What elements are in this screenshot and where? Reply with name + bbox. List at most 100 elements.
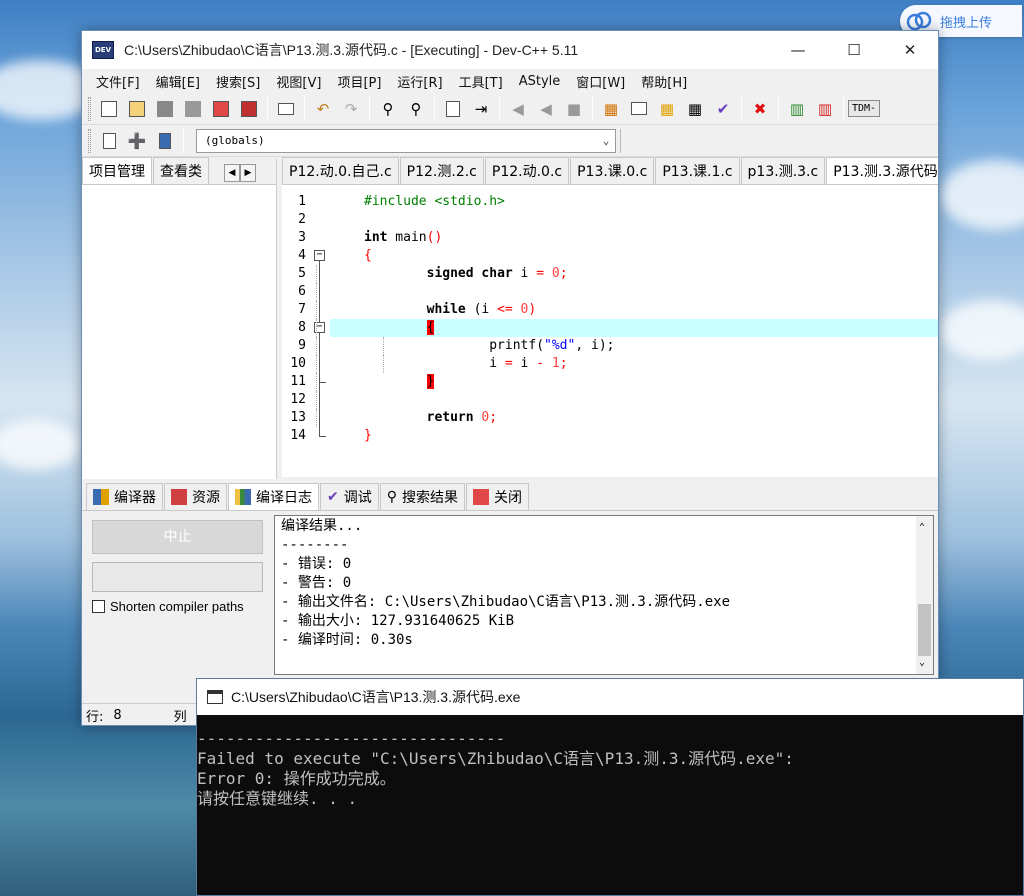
compiler-set-select[interactable]: TDM- <box>848 100 881 117</box>
back-icon[interactable]: ◀ <box>506 97 530 121</box>
tab-label: 编译器 <box>114 490 156 506</box>
fold-gutter <box>312 373 330 391</box>
run-icon[interactable] <box>627 97 651 121</box>
scroll-down-icon[interactable]: ⌄ <box>919 653 925 672</box>
operator: = <box>536 266 545 281</box>
scope-select[interactable]: (globals) ⌄ <box>196 128 616 153</box>
toolbar-grip[interactable] <box>88 128 91 153</box>
file-tab[interactable]: p13.测.3.c <box>740 157 826 184</box>
menu-view[interactable]: 视图[V] <box>268 72 329 91</box>
goto-line-icon[interactable]: ⇥ <box>469 97 493 121</box>
console-line: -------------------------------- <box>197 729 506 748</box>
upload-label: 拖拽上传 <box>940 15 993 31</box>
indent-guide <box>383 337 384 355</box>
redo-icon[interactable]: ↷ <box>339 97 363 121</box>
console-output[interactable]: -------------------------------- Failed … <box>197 715 1023 809</box>
code-line: 2 <box>282 211 938 229</box>
replace-icon[interactable]: ⚲ <box>404 97 428 121</box>
fold-gutter <box>312 265 330 283</box>
keyword: while <box>426 302 466 317</box>
menu-project[interactable]: 项目[P] <box>329 72 389 91</box>
menu-run[interactable]: 运行[R] <box>389 72 450 91</box>
tab-label: 资源 <box>192 490 220 506</box>
profile-icon[interactable]: ▥ <box>785 97 809 121</box>
tab-search-results[interactable]: ⚲ 搜索结果 <box>379 483 465 510</box>
new-file-icon[interactable] <box>97 97 121 121</box>
console-line: Failed to execute "C:\Users\Zhibudao\C语言… <box>197 749 794 768</box>
tab-label: 编译日志 <box>256 490 312 506</box>
close-button[interactable]: ✕ <box>882 31 938 69</box>
log-line: - 编译时间: 0.30s <box>281 632 413 648</box>
open-file-icon[interactable] <box>125 97 149 121</box>
maximize-button[interactable]: ☐ <box>826 31 882 69</box>
code-line-current: 8 − { <box>282 319 938 337</box>
tab-compiler[interactable]: 编译器 <box>86 483 163 510</box>
new-project-icon[interactable] <box>97 129 121 153</box>
log-line: - 警告: 0 <box>281 575 352 591</box>
save-all-icon[interactable] <box>181 97 205 121</box>
close-file-icon[interactable] <box>209 97 233 121</box>
scrollbar-thumb[interactable] <box>918 604 931 656</box>
syntax-check-icon[interactable]: ✔ <box>711 97 735 121</box>
shorten-paths-checkbox[interactable]: Shorten compiler paths <box>92 599 244 614</box>
tab-project-manager[interactable]: 项目管理 <box>82 157 152 184</box>
operator: () <box>426 230 443 245</box>
tab-scroll-left-icon[interactable]: ◀ <box>224 164 240 182</box>
menu-astyle[interactable]: AStyle <box>511 74 569 89</box>
compile-icon[interactable]: ▦ <box>599 97 623 121</box>
include-directive: #include <stdio.h> <box>364 194 505 209</box>
cloud <box>940 300 1024 360</box>
rebuild-icon[interactable]: ▦ <box>683 97 707 121</box>
print-icon[interactable] <box>274 97 298 121</box>
tab-class-browser[interactable]: 查看类 <box>153 157 209 184</box>
menu-edit[interactable]: 编辑[E] <box>148 72 208 91</box>
tab-compile-log[interactable]: 编译日志 <box>228 483 319 510</box>
fold-gutter <box>312 355 330 373</box>
file-tab[interactable]: P12.动.0.c <box>484 157 570 184</box>
menu-window[interactable]: 窗口[W] <box>568 72 633 91</box>
scrollbar[interactable]: ⌃ ⌄ <box>916 516 933 674</box>
tab-debug[interactable]: ✔ 调试 <box>320 483 379 510</box>
delete-profile-icon[interactable]: ▥ <box>813 97 837 121</box>
log-line: - 输出文件名: C:\Users\Zhibudao\C语言\P13.测.3.源… <box>281 594 731 610</box>
scroll-up-icon[interactable]: ⌃ <box>919 518 925 537</box>
menu-help[interactable]: 帮助[H] <box>633 72 695 91</box>
compile-log-text[interactable]: 编译结果... -------- - 错误: 0 - 警告: 0 - 输出文件名… <box>274 515 934 675</box>
find-icon[interactable]: ⚲ <box>376 97 400 121</box>
stop-execution-icon[interactable]: ✖ <box>748 97 772 121</box>
undo-icon[interactable]: ↶ <box>311 97 335 121</box>
fold-collapse-icon[interactable]: − <box>314 250 325 261</box>
minimize-button[interactable]: — <box>770 31 826 69</box>
close-all-icon[interactable] <box>237 97 261 121</box>
line-number: 6 <box>298 284 306 299</box>
row-value: 8 <box>113 708 122 723</box>
semicolon: ; <box>559 266 568 281</box>
tab-close[interactable]: 关闭 <box>466 483 529 510</box>
fold-gutter <box>312 391 330 409</box>
indent-icon[interactable] <box>441 97 465 121</box>
cloud <box>0 420 80 470</box>
forward-icon[interactable]: ◀ <box>534 97 558 121</box>
add-to-project-icon[interactable]: ➕ <box>125 129 149 153</box>
bookmark-icon[interactable]: ■ <box>562 97 586 121</box>
file-tab[interactable]: P13.课.0.c <box>570 157 655 184</box>
menu-search[interactable]: 搜索[S] <box>208 72 268 91</box>
stop-button[interactable]: 中止 <box>92 520 263 554</box>
code-editor[interactable]: 1 #include <stdio.h> 2 3 int main() 4 − … <box>282 185 938 477</box>
tab-scroll-right-icon[interactable]: ▶ <box>240 164 256 182</box>
file-tab[interactable]: P13.课.1.c <box>655 157 740 184</box>
checkbox[interactable] <box>92 600 105 613</box>
bar-chart-icon <box>235 489 251 505</box>
indent-guide <box>316 409 317 427</box>
menu-tools[interactable]: 工具[T] <box>451 72 511 91</box>
file-tab-active[interactable]: P13.测.3.源代码.c <box>826 157 938 184</box>
function-name: main <box>387 230 427 245</box>
menu-file[interactable]: 文件[F] <box>88 72 148 91</box>
remove-from-project-icon[interactable] <box>153 129 177 153</box>
compile-run-icon[interactable]: ▦ <box>655 97 679 121</box>
toolbar-grip[interactable] <box>88 96 91 121</box>
file-tab[interactable]: P12.动.0.自己.c <box>282 157 399 184</box>
file-tab[interactable]: P12.测.2.c <box>399 157 484 184</box>
tab-resources[interactable]: 资源 <box>164 483 227 510</box>
save-icon[interactable] <box>153 97 177 121</box>
